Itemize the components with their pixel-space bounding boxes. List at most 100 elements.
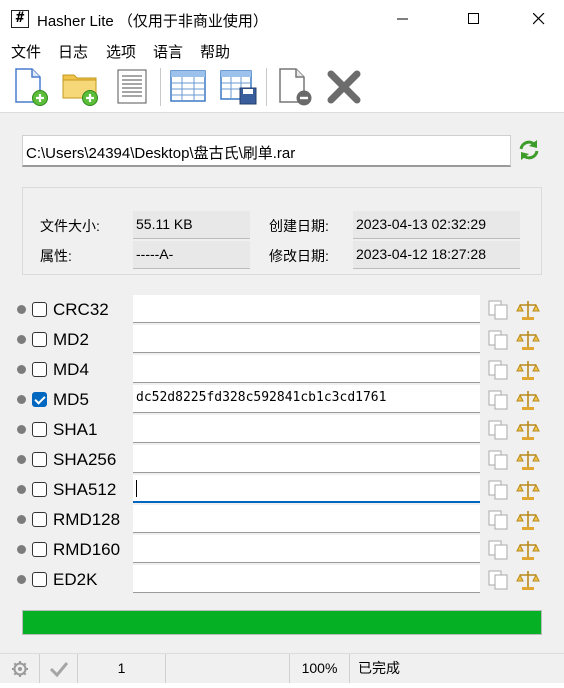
modified-value: 2023-04-12 18:27:28	[353, 241, 520, 269]
hash-value-field[interactable]: dc52d8225fd328c592841cb1c3cd1761	[133, 385, 480, 413]
hash-checkbox[interactable]	[32, 512, 47, 527]
copy-icon[interactable]	[487, 299, 509, 321]
title-bar: # Hasher Lite （仅用于非商业使用）	[0, 0, 564, 38]
open-folder-button[interactable]	[60, 66, 100, 106]
hash-checkbox[interactable]	[32, 572, 47, 587]
hash-name: CRC32	[53, 300, 109, 319]
copy-icon[interactable]	[487, 389, 509, 411]
hash-checkbox[interactable]	[32, 422, 47, 437]
remove-button[interactable]	[274, 66, 314, 106]
bullet-icon	[17, 305, 26, 314]
hash-row: SHA1	[0, 415, 564, 445]
size-label: 文件大小:	[40, 218, 100, 234]
menu-language[interactable]: 语言	[153, 41, 183, 62]
attributes-label: 属性:	[40, 248, 72, 264]
settings-button[interactable]	[0, 654, 40, 683]
bullet-icon	[17, 515, 26, 524]
copy-icon[interactable]	[487, 419, 509, 441]
attributes-value: -----A-	[133, 241, 250, 269]
hash-checkbox[interactable]	[32, 542, 47, 557]
compare-scale-icon[interactable]	[516, 329, 540, 351]
hash-value-field[interactable]	[133, 505, 480, 533]
compare-scale-icon[interactable]	[516, 449, 540, 471]
modified-label: 修改日期:	[269, 248, 329, 264]
hash-checkbox[interactable]	[32, 302, 47, 317]
compare-scale-icon[interactable]	[516, 359, 540, 381]
hash-value-field[interactable]	[133, 415, 480, 443]
menu-help[interactable]: 帮助	[200, 41, 230, 62]
table-button[interactable]	[168, 66, 208, 106]
file-count: 1	[78, 654, 166, 683]
save-table-button[interactable]	[218, 66, 258, 106]
compare-scale-icon[interactable]	[516, 389, 540, 411]
maximize-button[interactable]	[451, 0, 497, 38]
menu-options[interactable]: 选项	[106, 41, 136, 62]
toolbar-separator	[160, 68, 161, 106]
text-caret	[136, 480, 137, 497]
copy-icon[interactable]	[487, 359, 509, 381]
minimize-button[interactable]	[380, 0, 426, 38]
hash-row: CRC32	[0, 295, 564, 325]
copy-icon[interactable]	[487, 449, 509, 471]
new-file-button[interactable]	[10, 66, 50, 106]
toolbar	[0, 62, 564, 113]
created-value: 2023-04-13 02:32:29	[353, 211, 520, 239]
hash-checkbox[interactable]	[32, 482, 47, 497]
hash-row: SHA512	[0, 475, 564, 505]
compare-scale-icon[interactable]	[516, 419, 540, 441]
toolbar-separator	[266, 68, 267, 106]
bullet-icon	[17, 455, 26, 464]
compare-scale-icon[interactable]	[516, 479, 540, 501]
size-value: 55.11 KB	[133, 211, 250, 239]
file-path-input[interactable]: C:\Users\24394\Desktop\盘古氏\刷单.rar	[22, 135, 511, 167]
compare-scale-icon[interactable]	[516, 299, 540, 321]
copy-icon[interactable]	[487, 509, 509, 531]
hash-checkbox[interactable]	[32, 452, 47, 467]
hash-row: RMD160	[0, 535, 564, 565]
hash-value-field[interactable]	[133, 475, 480, 503]
app-hash-icon: #	[11, 10, 29, 28]
hash-value-field[interactable]	[133, 325, 480, 353]
compare-scale-icon[interactable]	[516, 509, 540, 531]
hash-value-field[interactable]	[133, 535, 480, 563]
refresh-button[interactable]	[516, 137, 542, 163]
menu-bar: 文件 日志 选项 语言 帮助	[0, 38, 564, 62]
maximize-icon	[468, 13, 479, 24]
hash-name: SHA256	[53, 450, 117, 469]
hash-value: dc52d8225fd328c592841cb1c3cd1761	[136, 390, 387, 405]
bullet-icon	[17, 485, 26, 494]
hash-checkbox[interactable]	[32, 362, 47, 377]
bullet-icon	[17, 395, 26, 404]
hash-row: MD4	[0, 355, 564, 385]
compare-scale-icon[interactable]	[516, 569, 540, 591]
progress-percent: 100%	[290, 654, 350, 683]
copy-icon[interactable]	[487, 539, 509, 561]
bullet-icon	[17, 545, 26, 554]
refresh-icon	[519, 140, 539, 160]
hash-value-field[interactable]	[133, 445, 480, 473]
hash-value-field[interactable]	[133, 565, 480, 593]
new-file-icon	[15, 68, 48, 106]
copy-icon[interactable]	[487, 329, 509, 351]
hash-checkbox[interactable]	[32, 332, 47, 347]
document-icon	[117, 69, 147, 104]
menu-file[interactable]: 文件	[11, 41, 41, 62]
delete-button[interactable]	[324, 66, 364, 106]
compare-scale-icon[interactable]	[516, 539, 540, 561]
document-button[interactable]	[112, 66, 152, 106]
progress-bar	[22, 610, 542, 635]
delete-x-icon	[327, 70, 361, 104]
hash-checkbox[interactable]	[32, 392, 47, 407]
open-folder-icon	[62, 74, 98, 106]
copy-icon[interactable]	[487, 569, 509, 591]
copy-icon[interactable]	[487, 479, 509, 501]
hash-row: MD2	[0, 325, 564, 355]
hash-value-field[interactable]	[133, 355, 480, 383]
hash-name: MD4	[53, 360, 89, 379]
close-button[interactable]	[514, 0, 564, 38]
verify-button[interactable]	[40, 654, 78, 683]
hash-value-field[interactable]	[133, 295, 480, 323]
hash-name: MD2	[53, 330, 89, 349]
bullet-icon	[17, 365, 26, 374]
menu-log[interactable]: 日志	[58, 41, 88, 62]
